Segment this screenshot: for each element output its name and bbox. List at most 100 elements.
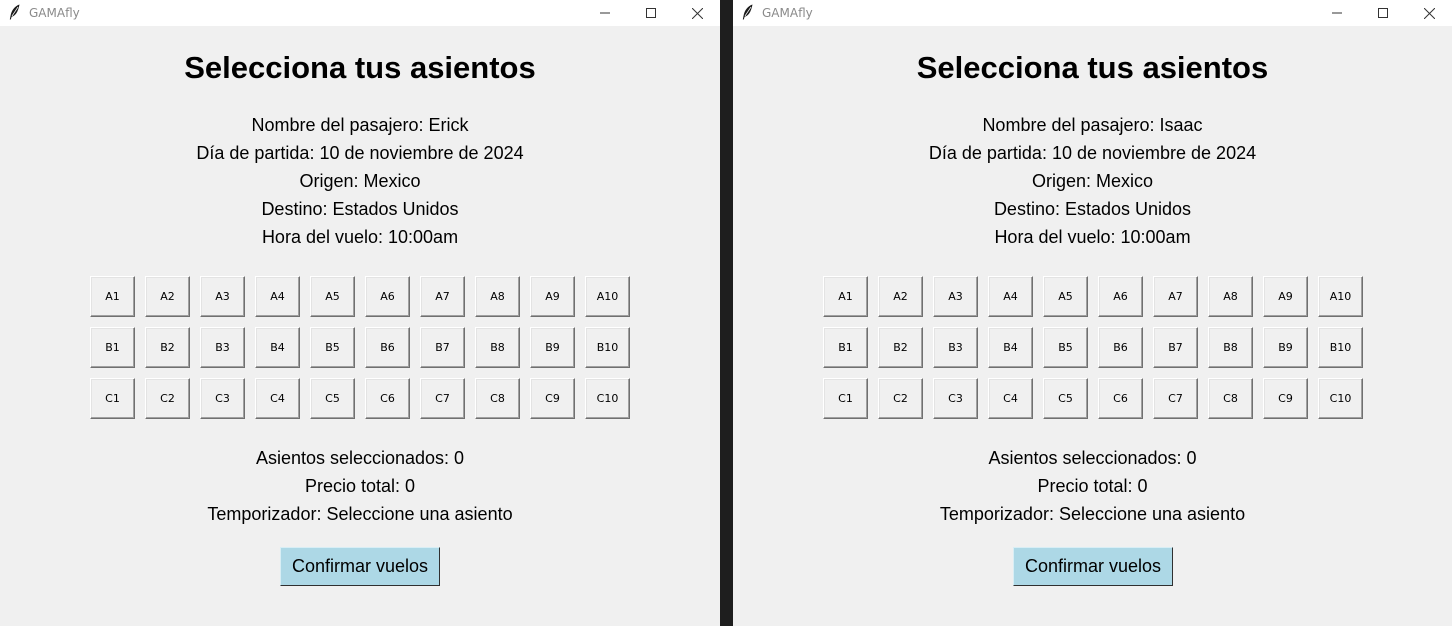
page-title: Selecciona tus asientos bbox=[916, 50, 1269, 85]
seat-button[interactable]: A1 bbox=[90, 276, 135, 317]
confirm-flights-button[interactable]: Confirmar vuelos bbox=[1013, 547, 1173, 586]
seat-button[interactable]: A3 bbox=[200, 276, 245, 317]
seat-button[interactable]: A2 bbox=[878, 276, 923, 317]
seat-button[interactable]: A10 bbox=[1318, 276, 1363, 317]
minimize-button[interactable] bbox=[582, 0, 628, 26]
seat-button[interactable]: B4 bbox=[988, 327, 1033, 368]
close-icon bbox=[1423, 7, 1435, 19]
seat-button[interactable]: C6 bbox=[1098, 378, 1143, 419]
selected-seats-count: Asientos seleccionados: 0 bbox=[255, 448, 465, 468]
seat-button[interactable]: B6 bbox=[365, 327, 410, 368]
seat-button[interactable]: A10 bbox=[585, 276, 630, 317]
window-content: Selecciona tus asientos Nombre del pasaj… bbox=[733, 26, 1452, 626]
seat-button[interactable]: C3 bbox=[933, 378, 978, 419]
seat-button[interactable]: C9 bbox=[530, 378, 575, 419]
seat-button[interactable]: A5 bbox=[1043, 276, 1088, 317]
seat-button[interactable]: A5 bbox=[310, 276, 355, 317]
seat-button[interactable]: A9 bbox=[1263, 276, 1308, 317]
seat-button[interactable]: C10 bbox=[1318, 378, 1363, 419]
seat-button[interactable]: C4 bbox=[988, 378, 1033, 419]
selected-seats-count: Asientos seleccionados: 0 bbox=[988, 448, 1197, 468]
seat-button[interactable]: A8 bbox=[1208, 276, 1253, 317]
gamafly-window-erick: GAMAfly Selecciona tus asientos Nombre d… bbox=[0, 0, 720, 626]
seat-button[interactable]: C7 bbox=[420, 378, 465, 419]
seat-button[interactable]: C5 bbox=[310, 378, 355, 419]
seat-button[interactable]: B3 bbox=[933, 327, 978, 368]
window-content: Selecciona tus asientos Nombre del pasaj… bbox=[0, 26, 720, 626]
seat-button[interactable]: B8 bbox=[1208, 327, 1253, 368]
gamafly-window-isaac: GAMAfly Selecciona tus asientos Nombre d… bbox=[733, 0, 1452, 626]
seat-button[interactable]: C3 bbox=[200, 378, 245, 419]
seat-button[interactable]: B8 bbox=[475, 327, 520, 368]
seat-button[interactable]: C2 bbox=[878, 378, 923, 419]
seat-button[interactable]: B9 bbox=[530, 327, 575, 368]
timer: Temporizador: Seleccione una asiento bbox=[207, 504, 513, 524]
seat-row: A1 A2 A3 A4 A5 A6 A7 A8 A9 A10 bbox=[823, 276, 1373, 317]
seat-button[interactable]: C10 bbox=[585, 378, 630, 419]
seat-button[interactable]: C6 bbox=[365, 378, 410, 419]
desktop: GAMAfly Selecciona tus asientos Nombre d… bbox=[0, 0, 1452, 626]
departure-date: Día de partida: 10 de noviembre de 2024 bbox=[928, 143, 1257, 163]
seat-button[interactable]: B5 bbox=[310, 327, 355, 368]
seat-row: B1 B2 B3 B4 B5 B6 B7 B8 B9 B10 bbox=[823, 327, 1373, 368]
seat-button[interactable]: A4 bbox=[255, 276, 300, 317]
origin: Origen: Mexico bbox=[299, 171, 421, 191]
origin: Origen: Mexico bbox=[1031, 171, 1154, 191]
seat-button[interactable]: B1 bbox=[823, 327, 868, 368]
seat-button[interactable]: C1 bbox=[823, 378, 868, 419]
seat-button[interactable]: B1 bbox=[90, 327, 135, 368]
seat-button[interactable]: C1 bbox=[90, 378, 135, 419]
seat-button[interactable]: B4 bbox=[255, 327, 300, 368]
maximize-button[interactable] bbox=[1360, 0, 1406, 26]
seat-button[interactable]: A8 bbox=[475, 276, 520, 317]
seat-button[interactable]: A2 bbox=[145, 276, 190, 317]
seat-button[interactable]: C7 bbox=[1153, 378, 1198, 419]
seat-button[interactable]: B7 bbox=[1153, 327, 1198, 368]
departure-date: Día de partida: 10 de noviembre de 2024 bbox=[196, 143, 524, 163]
seat-button[interactable]: C8 bbox=[475, 378, 520, 419]
title-bar[interactable]: GAMAfly bbox=[733, 0, 1452, 26]
seat-button[interactable]: B5 bbox=[1043, 327, 1088, 368]
seat-button[interactable]: A1 bbox=[823, 276, 868, 317]
seat-button[interactable]: B9 bbox=[1263, 327, 1308, 368]
seat-button[interactable]: C4 bbox=[255, 378, 300, 419]
flight-time: Hora del vuelo: 10:00am bbox=[261, 227, 459, 247]
seat-button[interactable]: A3 bbox=[933, 276, 978, 317]
seat-button[interactable]: B2 bbox=[145, 327, 190, 368]
window-title: GAMAfly bbox=[762, 6, 813, 20]
seat-grid: A1 A2 A3 A4 A5 A6 A7 A8 A9 A10 B1 B2 B3 B4 B5 B6 B7 B8 B9 B… bbox=[823, 276, 1373, 429]
seat-button[interactable]: B6 bbox=[1098, 327, 1143, 368]
maximize-button[interactable] bbox=[628, 0, 674, 26]
seat-button[interactable]: A7 bbox=[1153, 276, 1198, 317]
total-price: Precio total: 0 bbox=[304, 476, 416, 496]
maximize-icon bbox=[1378, 8, 1388, 18]
seat-button[interactable]: A9 bbox=[530, 276, 575, 317]
minimize-button[interactable] bbox=[1314, 0, 1360, 26]
seat-button[interactable]: B3 bbox=[200, 327, 245, 368]
close-button[interactable] bbox=[674, 0, 720, 26]
seat-button[interactable]: A6 bbox=[1098, 276, 1143, 317]
total-price: Precio total: 0 bbox=[1037, 476, 1148, 496]
seat-button[interactable]: C5 bbox=[1043, 378, 1088, 419]
seat-button[interactable]: B2 bbox=[878, 327, 923, 368]
seat-button[interactable]: A7 bbox=[420, 276, 465, 317]
close-button[interactable] bbox=[1406, 0, 1452, 26]
seat-button[interactable]: B10 bbox=[585, 327, 630, 368]
seat-button[interactable]: A6 bbox=[365, 276, 410, 317]
seat-button[interactable]: C8 bbox=[1208, 378, 1253, 419]
seat-button[interactable]: B10 bbox=[1318, 327, 1363, 368]
seat-row: B1 B2 B3 B4 B5 B6 B7 B8 B9 B10 bbox=[90, 327, 640, 368]
passenger-name: Nombre del pasajero: Erick bbox=[251, 115, 469, 135]
seat-button[interactable]: C2 bbox=[145, 378, 190, 419]
feather-icon bbox=[742, 4, 754, 20]
minimize-icon bbox=[1332, 12, 1342, 14]
page-title: Selecciona tus asientos bbox=[184, 50, 536, 85]
seat-button[interactable]: A4 bbox=[988, 276, 1033, 317]
title-bar[interactable]: GAMAfly bbox=[0, 0, 720, 26]
close-icon bbox=[691, 7, 703, 19]
maximize-icon bbox=[646, 8, 656, 18]
seat-grid: A1 A2 A3 A4 A5 A6 A7 A8 A9 A10 B1 B2 B3 B4 B5 B6 B7 B8 B9 B… bbox=[90, 276, 640, 429]
seat-button[interactable]: B7 bbox=[420, 327, 465, 368]
confirm-flights-button[interactable]: Confirmar vuelos bbox=[280, 547, 440, 586]
seat-button[interactable]: C9 bbox=[1263, 378, 1308, 419]
